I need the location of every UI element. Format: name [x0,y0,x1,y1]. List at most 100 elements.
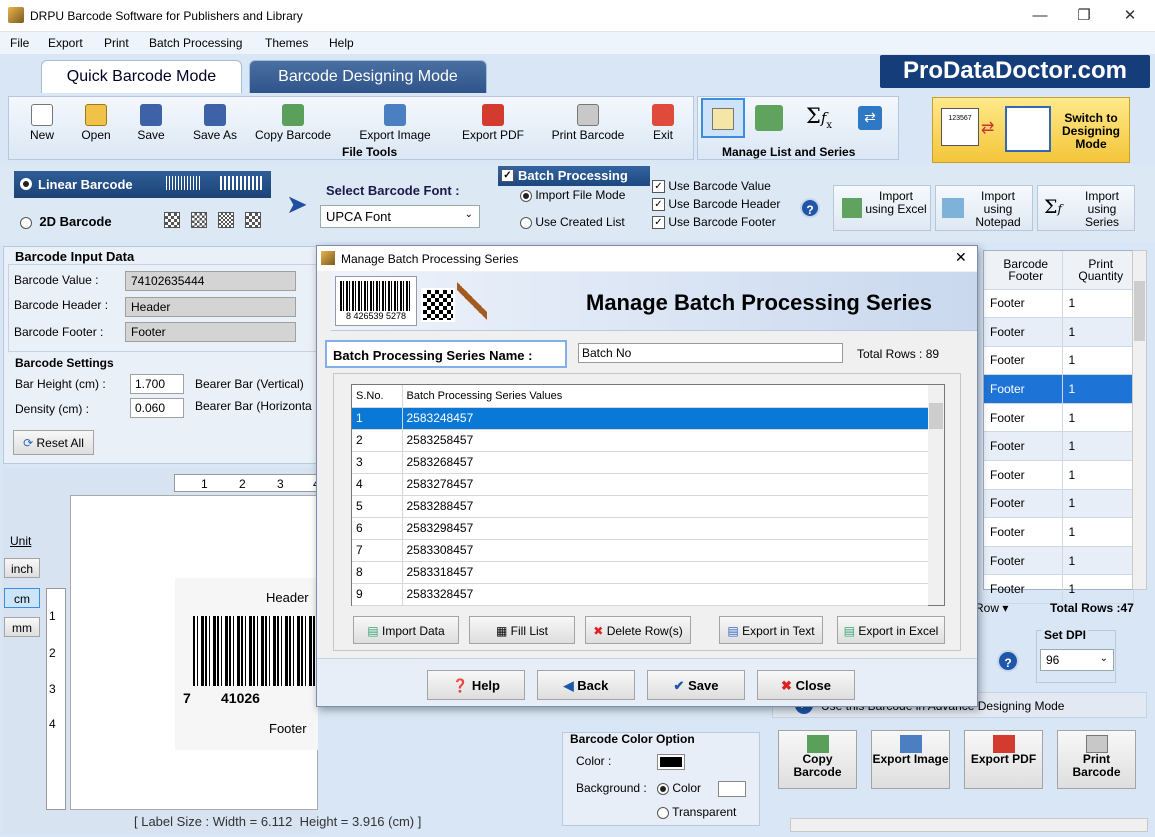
open-button[interactable]: Open [74,98,118,146]
row-qty-selected[interactable]: 1 [1062,374,1134,404]
copy-barcode-button[interactable]: Copy Barcode [250,98,336,146]
linear-barcode-option[interactable]: Linear Barcode [14,171,271,198]
row-qty[interactable]: 1 [1062,546,1134,576]
use-barcode-footer-option[interactable]: ✓ Use Barcode Footer [652,215,776,230]
series-row-sno[interactable]: 2 [352,429,403,452]
2d-barcode-option[interactable]: 2D Barcode [20,214,112,229]
export-pdf-button[interactable]: Export PDF [458,98,528,146]
delete-rows-button[interactable]: ✖ Delete Row(s) [585,616,691,644]
series-row-sno[interactable]: 3 [352,451,403,474]
series-row-value[interactable]: 2583308457 [402,539,928,562]
use-value-checkbox[interactable]: ✓ [652,180,665,194]
save-button[interactable]: Save [130,98,172,146]
switch-designing-mode-button[interactable]: 123567 ⇄ Switch to Designing Mode [932,97,1130,163]
row-footer[interactable]: Footer [984,460,1063,490]
row-footer[interactable]: Footer [984,403,1063,433]
exit-button[interactable]: Exit [646,98,680,146]
batch-checkbox[interactable]: ✓ [501,169,514,182]
swap-arrows-button[interactable]: ⇄ [858,106,882,130]
bg-transparent-option[interactable]: Transparent [657,805,736,819]
import-excel-button[interactable]: Import using Excel [833,185,931,231]
menu-help[interactable]: Help [329,36,354,50]
row-footer[interactable]: Footer [984,346,1063,376]
tab-quick-barcode-mode[interactable]: Quick Barcode Mode [41,60,242,93]
bottom-copy-barcode-button[interactable]: Copy Barcode [778,730,857,789]
row-qty[interactable]: 1 [1062,574,1134,605]
series-row-value[interactable]: 2583298457 [402,517,928,540]
bar-height-spinner[interactable]: 1.700 [130,374,184,394]
help-icon[interactable]: ? [800,198,820,218]
export-text-button[interactable]: ▤ Export in Text [719,616,823,644]
menu-export[interactable]: Export [48,36,83,50]
export-excel-button[interactable]: ▤ Export in Excel [837,616,945,644]
density-spinner[interactable]: 0.060 [130,398,184,418]
use-list-radio[interactable] [520,216,532,229]
2d-radio[interactable] [20,216,32,229]
series-row-sno-selected[interactable]: 1 [352,407,403,430]
series-row-sno[interactable]: 9 [352,583,403,606]
menu-file[interactable]: File [10,36,29,50]
dpi-help-icon[interactable]: ? [997,650,1019,672]
row-qty[interactable]: 1 [1062,489,1134,519]
row-footer[interactable]: Footer [984,546,1063,576]
maximize-button[interactable]: ❐ [1062,4,1106,28]
close-window-button[interactable]: ✕ [1108,4,1152,28]
export-image-button[interactable]: Export Image [352,98,438,146]
formula-icon-button[interactable]: Σfx [806,104,832,131]
bg-color-swatch[interactable] [718,781,746,797]
import-file-radio[interactable] [520,189,532,202]
series-row-value[interactable]: 2583278457 [402,473,928,496]
row-qty[interactable]: 1 [1062,289,1134,319]
close-dialog-button[interactable]: ✖ Close [757,670,855,700]
import-data-button[interactable]: ▤ Import Data [353,616,459,644]
grid-scrollbar-thumb[interactable] [929,403,943,429]
use-header-checkbox[interactable]: ✓ [652,198,665,212]
row-qty[interactable]: 1 [1062,346,1134,376]
series-row-value[interactable]: 2583288457 [402,495,928,518]
import-notepad-button[interactable]: Import using Notepad [935,185,1033,231]
series-name-input[interactable]: Batch No [578,343,843,363]
save-dialog-button[interactable]: ✔ Save [647,670,745,700]
series-row-sno[interactable]: 8 [352,561,403,584]
bottom-print-barcode-button[interactable]: Print Barcode [1057,730,1136,789]
table-scrollbar[interactable] [1132,250,1147,590]
series-row-sno[interactable]: 7 [352,539,403,562]
import-file-mode-option[interactable]: Import File Mode [520,188,625,202]
use-barcode-value-option[interactable]: ✓ Use Barcode Value [652,179,771,194]
use-footer-checkbox[interactable]: ✓ [652,216,665,230]
bg-transparent-radio[interactable] [657,806,669,819]
new-button[interactable]: New [20,98,64,146]
manage-list-button[interactable] [701,98,745,138]
use-created-list-option[interactable]: Use Created List [520,215,625,229]
unit-inch-button[interactable]: inch [4,558,40,578]
excel-series-button[interactable] [755,105,783,131]
minimize-button[interactable]: — [1018,4,1062,28]
bg-color-option[interactable]: Color [657,781,701,795]
menu-batch-processing[interactable]: Batch Processing [149,36,242,50]
row-qty[interactable]: 1 [1062,517,1134,547]
print-barcode-button[interactable]: Print Barcode [546,98,630,146]
menu-print[interactable]: Print [104,36,129,50]
series-row-value[interactable]: 2583318457 [402,561,928,584]
linear-radio[interactable] [20,178,32,190]
fill-list-button[interactable]: ▦ Fill List [469,616,575,644]
use-barcode-header-option[interactable]: ✓ Use Barcode Header [652,197,780,212]
unit-mm-button[interactable]: mm [4,617,40,637]
menu-themes[interactable]: Themes [265,36,308,50]
bg-color-radio[interactable] [657,782,669,795]
reset-all-button[interactable]: ⟳ Reset All [13,430,94,455]
row-footer[interactable]: Footer [984,489,1063,519]
row-footer[interactable]: Footer [984,574,1063,605]
unit-cm-button[interactable]: cm [4,588,40,608]
row-qty[interactable]: 1 [1062,317,1134,347]
back-button[interactable]: ◀ Back [537,670,635,700]
series-row-value[interactable]: 2583268457 [402,451,928,474]
row-dropdown[interactable]: Row ▾ [975,601,1008,615]
help-button[interactable]: ❓ Help [427,670,525,700]
series-row-value-selected[interactable]: 2583248457 [402,407,928,430]
save-as-button[interactable]: Save As [188,98,242,146]
font-select[interactable]: UPCA Font ⌄ [320,205,480,228]
dpi-select[interactable]: 96 ⌄ [1040,649,1114,671]
grid-scrollbar[interactable] [928,385,944,605]
scrollbar-thumb[interactable] [1134,281,1145,341]
